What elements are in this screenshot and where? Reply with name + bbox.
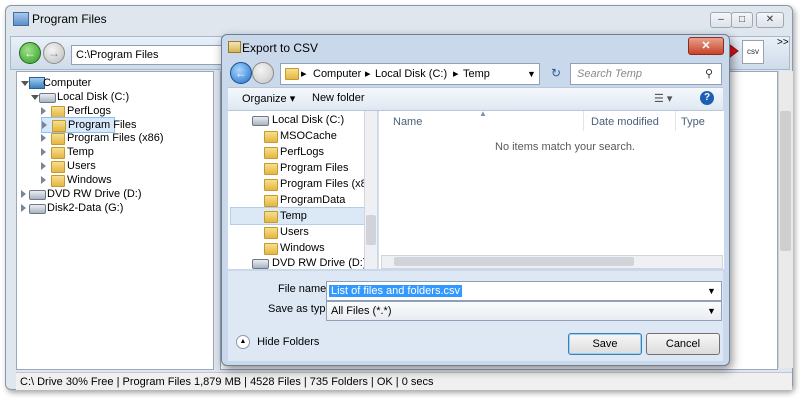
- scroll-thumb[interactable]: [366, 215, 376, 245]
- expand-arrow-icon[interactable]: [42, 121, 47, 129]
- window-title: Program Files: [32, 12, 107, 26]
- scroll-thumb[interactable]: [394, 257, 634, 266]
- expand-arrow-icon[interactable]: [41, 107, 46, 115]
- new-folder-button[interactable]: New folder: [312, 92, 365, 104]
- scroll-thumb[interactable]: [780, 111, 791, 251]
- export-dialog: Export to CSV ✕ ← ▸ Computer ▸ Local Dis…: [221, 34, 730, 366]
- dialog-folder-tree: Local Disk (C:) MSOCache PerfLogs Progra…: [228, 111, 377, 269]
- expand-arrow-icon[interactable]: [21, 204, 26, 212]
- collapse-arrow-icon[interactable]: [31, 95, 39, 104]
- drive-icon: [29, 204, 46, 214]
- breadcrumb-bar[interactable]: ▸ Computer ▸ Local Disk (C:) ▸ Temp ▼: [280, 63, 540, 85]
- drive-icon: [39, 93, 56, 103]
- tree-item-users[interactable]: Users: [41, 159, 201, 173]
- search-icon[interactable]: ⚲: [705, 64, 713, 84]
- tree-item-temp[interactable]: Temp: [41, 145, 201, 159]
- file-name-input[interactable]: List of files and folders.csv ▼: [326, 281, 722, 301]
- forward-button[interactable]: →: [43, 42, 65, 64]
- vertical-scrollbar[interactable]: [778, 71, 793, 368]
- expand-arrow-icon[interactable]: [41, 176, 46, 184]
- dialog-nav-bar: ← ▸ Computer ▸ Local Disk (C:) ▸ Temp ▼ …: [228, 61, 723, 85]
- dvd-drive-icon: [252, 259, 269, 269]
- dialog-title: Export to CSV: [242, 41, 319, 55]
- folder-icon: [51, 161, 65, 173]
- tree-item-computer[interactable]: Computer: [21, 76, 201, 90]
- dropdown-arrow-icon[interactable]: ▼: [707, 282, 716, 300]
- toolbar-overflow[interactable]: >>: [777, 37, 789, 48]
- tree-item-windows[interactable]: Windows: [41, 173, 201, 187]
- hide-folders-button[interactable]: ▲ Hide Folders: [236, 335, 319, 349]
- tree-item-dvd-drive[interactable]: DVD RW Drive (D:): [21, 187, 201, 201]
- search-field[interactable]: Search Temp ⚲: [570, 63, 722, 85]
- column-header-date-modified[interactable]: Date modified: [591, 111, 659, 131]
- csv-file-icon: csv: [742, 40, 764, 64]
- tree-item-perflogs[interactable]: PerfLogs: [41, 104, 201, 118]
- expand-arrow-icon[interactable]: [41, 148, 46, 156]
- folder-icon: [51, 133, 65, 145]
- expand-arrow-icon[interactable]: [21, 190, 26, 198]
- file-name-label: File name:: [278, 283, 330, 295]
- refresh-button[interactable]: ↻: [546, 63, 566, 83]
- column-header-type[interactable]: Type: [681, 111, 705, 131]
- address-field[interactable]: C:\Program Files: [71, 45, 225, 65]
- folder-icon: [264, 243, 278, 255]
- dialog-file-list: Name ▲ Date modified Type No items match…: [378, 109, 724, 269]
- folder-icon: [51, 175, 65, 187]
- folder-icon: [51, 147, 65, 159]
- view-options-icon[interactable]: ☰ ▾: [654, 92, 672, 105]
- column-header-name[interactable]: Name: [393, 111, 422, 131]
- drive-icon: [252, 116, 269, 126]
- folder-icon: [264, 195, 278, 207]
- tree-item-local-disk[interactable]: Local Disk (C:): [31, 90, 201, 104]
- dialog-icon: [228, 41, 241, 53]
- app-icon: [13, 12, 29, 26]
- collapse-arrow-icon[interactable]: [21, 81, 29, 90]
- maximize-button[interactable]: □: [731, 12, 753, 28]
- cancel-button[interactable]: Cancel: [646, 333, 720, 355]
- folder-icon: [264, 179, 278, 191]
- dialog-forward-button[interactable]: [252, 62, 274, 84]
- minimize-button[interactable]: –: [710, 12, 732, 28]
- save-type-select[interactable]: All Files (*.*) ▼: [326, 301, 722, 321]
- organize-button[interactable]: Organize ▾: [242, 92, 295, 105]
- dialog-back-button[interactable]: ←: [230, 62, 252, 84]
- dvd-drive-icon: [29, 190, 46, 200]
- breadcrumb-temp[interactable]: Temp: [463, 64, 490, 84]
- folder-icon: [264, 147, 278, 159]
- expand-arrow-icon[interactable]: [41, 162, 46, 170]
- dialog-tree-scrollbar[interactable]: [364, 111, 377, 269]
- folder-icon: [285, 68, 299, 80]
- breadcrumb-local-disk[interactable]: Local Disk (C:): [375, 64, 447, 84]
- expand-arrow-icon[interactable]: [41, 134, 46, 142]
- save-type-label: Save as type:: [268, 303, 335, 315]
- empty-message: No items match your search.: [495, 141, 635, 153]
- dialog-close-button[interactable]: ✕: [688, 37, 724, 55]
- save-button[interactable]: Save: [568, 333, 642, 355]
- folder-tree: Computer Local Disk (C:) PerfLogs Progra…: [16, 71, 214, 370]
- folder-icon: [264, 131, 278, 143]
- folder-icon: [264, 211, 278, 223]
- tree-item-program-files-x86[interactable]: Program Files (x86): [41, 131, 201, 145]
- help-icon[interactable]: ?: [700, 91, 714, 105]
- collapse-up-icon: ▲: [236, 335, 250, 349]
- dialog-bottom-panel: File name: List of files and folders.csv…: [228, 271, 723, 361]
- back-button[interactable]: ←: [19, 42, 41, 64]
- tree-item-disk2-data[interactable]: Disk2-Data (G:): [21, 201, 201, 215]
- dialog-list-hscrollbar[interactable]: [381, 255, 723, 269]
- status-bar: C:\ Drive 30% Free | Program Files 1,879…: [16, 372, 792, 390]
- sort-arrow-icon: ▲: [479, 109, 487, 118]
- breadcrumb-computer[interactable]: Computer: [313, 64, 361, 84]
- folder-icon: [264, 163, 278, 175]
- main-titlebar: Program Files – □ ✕: [6, 6, 792, 32]
- command-bar: Organize ▾ New folder ☰ ▾ ?: [228, 87, 723, 111]
- dropdown-arrow-icon[interactable]: ▼: [707, 302, 716, 320]
- folder-icon: [264, 227, 278, 239]
- breadcrumb-dropdown-icon[interactable]: ▼: [527, 64, 536, 84]
- close-button[interactable]: ✕: [756, 12, 784, 28]
